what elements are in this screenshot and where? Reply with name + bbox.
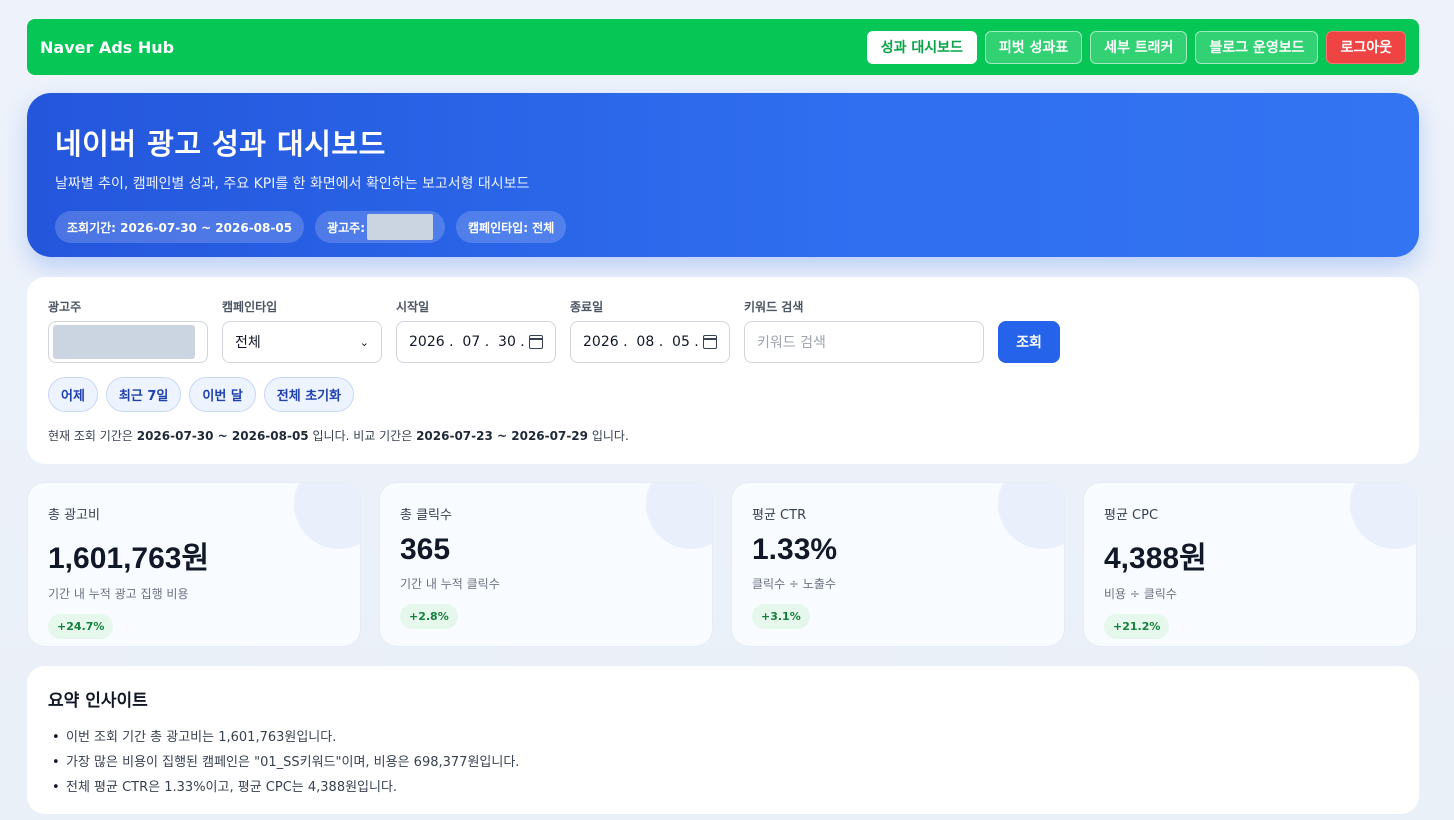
search-button[interactable]: 조회 — [998, 321, 1060, 363]
top-nav: Naver Ads Hub 성과 대시보드 피벗 성과표 세부 트래커 블로그 … — [27, 19, 1419, 75]
end-date-label: 종료일 — [570, 300, 604, 314]
logout-button[interactable]: 로그아웃 — [1326, 30, 1406, 64]
chevron-down-icon: ⌄ — [359, 335, 369, 349]
kpi-value: 1,601,763원 — [48, 542, 210, 575]
hero-banner: 네이버 광고 성과 대시보드 날짜별 추이, 캠페인별 성과, 주요 KPI를 … — [27, 93, 1419, 257]
page-subtitle: 날짜별 추이, 캠페인별 성과, 주요 KPI를 한 화면에서 확인하는 보고서… — [55, 176, 530, 192]
kpi-card-avg-cpc: 평균 CPC 4,388원 비용 ÷ 클릭수 +21.2% — [1083, 482, 1417, 647]
kpi-desc: 클릭수 ÷ 노출수 — [752, 577, 836, 591]
advertiser-select[interactable] — [48, 321, 208, 363]
advertiser-label: 광고주 — [48, 300, 82, 314]
campaign-type-value: 전체 — [235, 335, 261, 351]
kpi-card-total-clicks: 총 클릭수 365 기간 내 누적 클릭수 +2.8% — [379, 482, 713, 647]
insights-title: 요약 인사이트 — [48, 691, 148, 711]
period-note-mid: 입니다. 비교 기간은 — [308, 429, 417, 443]
list-item: 전체 평균 CTR은 1.33%이고, 평균 CPC는 4,388원입니다. — [48, 775, 1398, 800]
campaign-type-select[interactable]: 전체 ⌄ — [222, 321, 382, 363]
period-note-prefix: 현재 조회 기간은 — [48, 429, 137, 443]
kpi-card-total-cost: 총 광고비 1,601,763원 기간 내 누적 광고 집행 비용 +24.7% — [27, 482, 361, 647]
end-date-value: 2026 . 08 . 05 . — [583, 334, 699, 350]
kpi-value: 4,388원 — [1104, 542, 1207, 575]
end-date-input[interactable]: 2026 . 08 . 05 . — [570, 321, 730, 363]
period-note-current: 2026-07-30 ~ 2026-08-05 — [136, 429, 309, 443]
nav-dashboard-button[interactable]: 성과 대시보드 — [866, 30, 977, 64]
start-date-input[interactable]: 2026 . 07 . 30 . — [396, 321, 556, 363]
last-7-days-button[interactable]: 최근 7일 — [105, 377, 182, 412]
kpi-desc: 비용 ÷ 클릭수 — [1104, 587, 1177, 601]
redacted-advertiser-value — [53, 325, 195, 359]
advertiser-chip: 광고주: — [315, 211, 445, 243]
kpi-desc: 기간 내 누적 클릭수 — [400, 577, 500, 591]
nav-buttons: 성과 대시보드 피벗 성과표 세부 트래커 블로그 운영보드 로그아웃 — [866, 30, 1406, 64]
list-item: 가장 많은 비용이 집행된 캠페인은 "01_SS키워드"이며, 비용은 698… — [48, 750, 1398, 775]
period-note-compare: 2026-07-23 ~ 2026-07-29 — [416, 429, 589, 443]
insights-panel: 요약 인사이트 이번 조회 기간 총 광고비는 1,601,763원입니다. 가… — [27, 666, 1419, 814]
list-item: 이번 조회 기간 총 광고비는 1,601,763원입니다. — [48, 725, 1398, 750]
start-date-value: 2026 . 07 . 30 . — [409, 334, 525, 350]
period-chip: 조회기간: 2026-07-30 ~ 2026-08-05 — [55, 211, 305, 243]
keyword-placeholder: 키워드 검색 — [757, 335, 826, 351]
period-note-suffix: 입니다. — [588, 429, 629, 443]
kpi-value: 1.33% — [752, 533, 838, 566]
kpi-change-badge: +24.7% — [48, 614, 114, 639]
yesterday-button[interactable]: 어제 — [48, 377, 98, 412]
campaign-type-label: 캠페인타입 — [222, 300, 278, 314]
kpi-change-badge: +21.2% — [1104, 614, 1170, 639]
redacted-advertiser — [367, 214, 433, 240]
this-month-button[interactable]: 이번 달 — [189, 377, 256, 412]
quick-range-buttons: 어제 최근 7일 이번 달 전체 초기화 — [48, 377, 355, 412]
kpi-change-badge: +2.8% — [400, 604, 458, 629]
nav-pivot-button[interactable]: 피벗 성과표 — [984, 30, 1083, 64]
nav-tracker-button[interactable]: 세부 트래커 — [1090, 30, 1188, 64]
nav-blog-button[interactable]: 블로그 운영보드 — [1195, 30, 1319, 64]
filter-chips: 조회기간: 2026-07-30 ~ 2026-08-05 광고주: 캠페인타입… — [55, 211, 1391, 243]
insights-list: 이번 조회 기간 총 광고비는 1,601,763원입니다. 가장 많은 비용이… — [48, 725, 1398, 800]
advertiser-chip-label: 광고주: — [327, 220, 365, 235]
start-date-label: 시작일 — [396, 300, 430, 314]
period-note: 현재 조회 기간은 2026-07-30 ~ 2026-08-05 입니다. 비… — [48, 427, 629, 444]
campaign-chip: 캠페인타입: 전체 — [456, 211, 567, 243]
kpi-change-badge: +3.1% — [752, 604, 810, 629]
brand-logo[interactable]: Naver Ads Hub — [40, 38, 174, 57]
page-title: 네이버 광고 성과 대시보드 — [55, 127, 386, 161]
reset-all-button[interactable]: 전체 초기화 — [263, 377, 355, 412]
filter-panel: 광고주 캠페인타입 전체 ⌄ 시작일 2026 . 07 . 30 . 종료일 … — [27, 277, 1419, 464]
calendar-icon[interactable] — [703, 335, 717, 349]
keyword-search-input[interactable]: 키워드 검색 — [744, 321, 984, 363]
keyword-label: 키워드 검색 — [744, 300, 804, 314]
kpi-desc: 기간 내 누적 광고 집행 비용 — [48, 587, 189, 601]
calendar-icon[interactable] — [529, 335, 543, 349]
kpi-card-avg-ctr: 평균 CTR 1.33% 클릭수 ÷ 노출수 +3.1% — [731, 482, 1065, 647]
kpi-value: 365 — [400, 533, 451, 566]
